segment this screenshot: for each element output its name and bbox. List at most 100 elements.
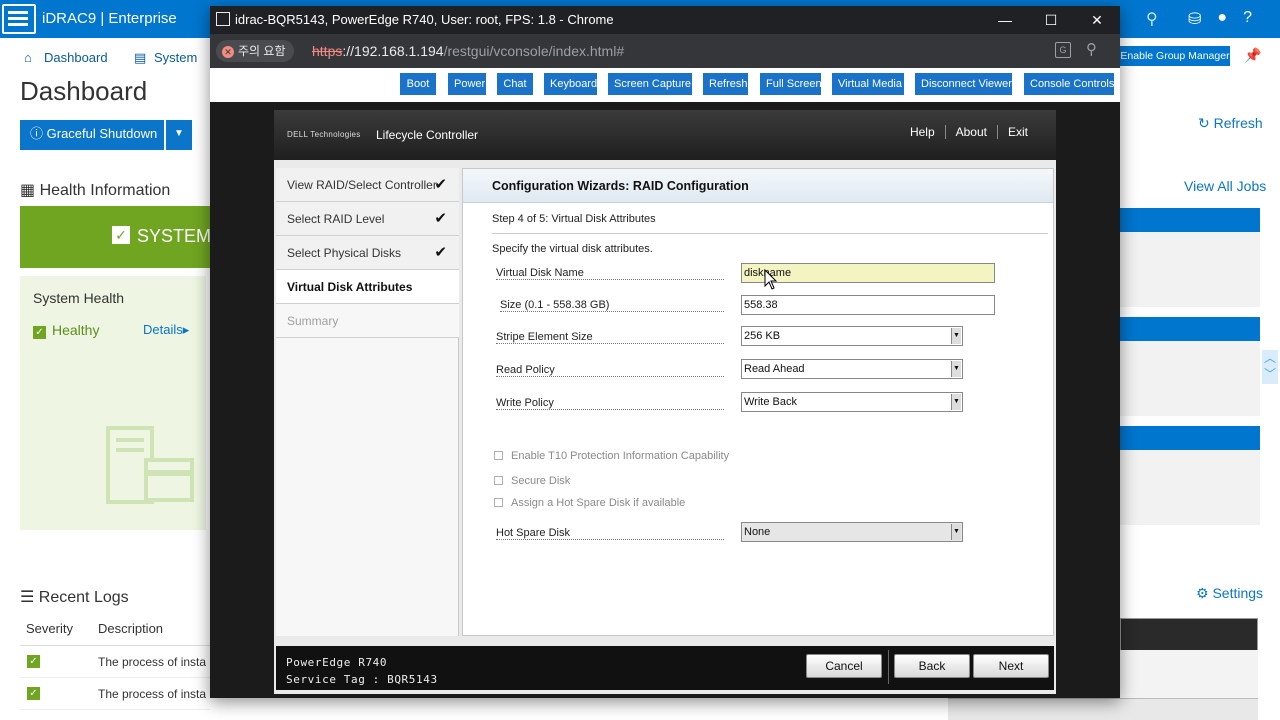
refresh-icon: ↻ <box>1198 115 1214 131</box>
keyboard-button[interactable]: Keyboard <box>544 73 597 95</box>
back-button[interactable]: Back <box>894 654 970 678</box>
checkmark-icon: ✔ <box>434 210 447 227</box>
step-virtual-disk-attributes[interactable]: Virtual Disk Attributes <box>276 270 459 304</box>
shutdown-dropdown-button[interactable]: ▼ <box>166 120 192 150</box>
about-link[interactable]: About <box>944 125 997 139</box>
dropdown-arrow-icon: ▼ <box>951 394 961 410</box>
address-bar: ✕ 주의 요함 https://192.168.1.194/restgui/vco… <box>210 34 1120 68</box>
power-icon: ⓘ <box>30 126 47 141</box>
check-icon: ✓ <box>112 226 130 244</box>
dropdown-arrow-icon: ▼ <box>951 524 961 540</box>
chat-button[interactable]: Chat <box>497 73 533 95</box>
system-info: PowerEdge R740 Service Tag : BQR5143 <box>286 654 438 688</box>
step-select-controller[interactable]: View RAID/Select Controller ✔ <box>276 168 459 202</box>
table-row[interactable]: ✓ The process of insta <box>20 678 210 710</box>
health-information-title: ▦ Health Information <box>20 182 171 199</box>
mouse-pointer-icon <box>764 269 778 290</box>
details-link[interactable]: Details▸ <box>143 322 189 338</box>
close-button[interactable]: ✕ <box>1074 6 1120 34</box>
read-policy-select[interactable]: Read Ahead ▼ <box>741 359 963 379</box>
full-screen-button[interactable]: Full Screen <box>760 73 822 95</box>
stripe-size-label: Stripe Element Size <box>496 331 724 344</box>
right-panel <box>1120 232 1260 307</box>
size-input[interactable]: 558.38 <box>741 295 995 315</box>
divider <box>492 233 1048 234</box>
enable-group-manager-button[interactable]: Enable Group Manager <box>1120 46 1230 66</box>
model-name: PowerEdge R740 <box>286 656 388 669</box>
power-button[interactable]: Power <box>448 73 486 95</box>
chrome-window: idrac-BQR5143, PowerEdge R740, User: roo… <box>210 6 1120 698</box>
healthy-status: ✓ Healthy <box>33 322 99 339</box>
stripe-size-select[interactable]: 256 KB ▼ <box>741 326 963 346</box>
window-title: idrac-BQR5143, PowerEdge R740, User: roo… <box>235 12 614 27</box>
right-panel-header <box>1120 426 1260 450</box>
zoom-icon[interactable]: ⚲ <box>1086 40 1097 58</box>
graceful-shutdown-button[interactable]: ⓘ Graceful Shutdown <box>20 120 164 150</box>
help-link[interactable]: Help <box>900 125 945 139</box>
home-icon: ⌂ <box>24 50 32 65</box>
translate-icon[interactable]: G <box>1055 42 1071 58</box>
exit-link[interactable]: Exit <box>996 125 1038 139</box>
idrac-brand: iDRAC9 | Enterprise <box>42 10 177 27</box>
table-row[interactable]: ✓ The process of insta <box>20 646 210 678</box>
group-icon[interactable]: ⛁ <box>1188 9 1201 29</box>
t10-protection-checkbox: Enable T10 Protection Information Capabi… <box>494 450 729 462</box>
pin-icon[interactable]: 📌 <box>1244 47 1261 64</box>
minimize-button[interactable]: — <box>982 6 1028 34</box>
url-field[interactable]: https://192.168.1.194/restgui/vconsole/i… <box>312 43 624 59</box>
step-select-raid-level[interactable]: Select RAID Level ✔ <box>276 202 459 236</box>
console-favicon-icon <box>216 12 230 26</box>
screen-capture-button[interactable]: Screen Capture <box>608 73 692 95</box>
lc-footer: PowerEdge R740 Service Tag : BQR5143 Can… <box>276 646 1054 690</box>
lc-header: DELL Technologies Lifecycle Controller H… <box>274 110 1056 160</box>
maximize-button[interactable]: ☐ <box>1028 6 1074 34</box>
help-icon[interactable]: ? <box>1243 9 1252 29</box>
security-warning-chip[interactable]: ✕ 주의 요함 <box>216 40 294 62</box>
write-policy-label: Write Policy <box>496 397 724 410</box>
recent-logs-title: ☰ Recent Logs <box>20 589 129 606</box>
disconnect-viewer-button[interactable]: Disconnect Viewer <box>915 73 1012 95</box>
view-all-jobs-link[interactable]: View All Jobs <box>1184 178 1266 194</box>
vd-name-input[interactable]: diskname <box>741 263 995 283</box>
remote-console[interactable]: DELL Technologies Lifecycle Controller H… <box>210 102 1120 698</box>
search-icon[interactable]: ⚲ <box>1146 9 1158 29</box>
console-preview-strip <box>948 698 1258 720</box>
console-controls-button[interactable]: Console Controls <box>1024 73 1114 95</box>
page-title: Dashboard <box>20 76 148 106</box>
settings-link[interactable]: ⚙ Settings <box>1196 585 1263 602</box>
scroll-arrows-icon[interactable]: ︿ ﹀ <box>1262 350 1278 384</box>
checkbox-icon <box>494 476 503 485</box>
window-titlebar[interactable]: idrac-BQR5143, PowerEdge R740, User: roo… <box>210 6 1120 34</box>
nav-dashboard[interactable]: ⌂ Dashboard <box>24 50 108 65</box>
refresh-button[interactable]: Refresh <box>703 73 748 95</box>
step-select-physical-disks[interactable]: Select Physical Disks ✔ <box>276 236 459 270</box>
virtual-media-button[interactable]: Virtual Media <box>832 73 904 95</box>
system-icon: ▤ <box>134 50 147 65</box>
lifecycle-controller-screen: DELL Technologies Lifecycle Controller H… <box>274 110 1056 694</box>
checkmark-icon: ✔ <box>434 244 447 261</box>
step-indicator: Step 4 of 5: Virtual Disk Attributes <box>492 213 656 225</box>
refresh-link[interactable]: ↻ Refresh <box>1198 115 1263 132</box>
check-icon: ✓ <box>33 326 46 339</box>
user-icon[interactable]: ● <box>1217 9 1227 29</box>
assign-hot-spare-checkbox: Assign a Hot Spare Disk if available <box>494 497 685 509</box>
lc-product-title: Lifecycle Controller <box>376 128 479 142</box>
nav-system[interactable]: ▤ System <box>134 50 197 66</box>
wizard-content: Configuration Wizards: RAID Configuratio… <box>462 168 1054 636</box>
right-panel-header <box>1120 317 1260 341</box>
write-policy-select[interactable]: Write Back ▼ <box>741 392 963 412</box>
list-icon: ☰ <box>20 589 39 606</box>
dropdown-arrow-icon: ▼ <box>951 361 961 377</box>
cancel-button[interactable]: Cancel <box>806 654 882 678</box>
viewer-toolbar: Boot Power Chat Keyboard Screen Capture … <box>210 68 1120 102</box>
right-panel-header <box>1120 208 1260 232</box>
boot-button[interactable]: Boot <box>400 73 436 95</box>
dell-logo: DELL Technologies <box>287 130 361 139</box>
hot-spare-disk-select: None ▼ <box>741 522 963 542</box>
service-tag: Service Tag : BQR5143 <box>286 673 438 686</box>
dropdown-arrow-icon: ▼ <box>951 328 961 344</box>
read-policy-label: Read Policy <box>496 364 724 377</box>
checkmark-icon: ✔ <box>434 176 447 193</box>
check-icon: ✓ <box>27 687 40 700</box>
next-button[interactable]: Next <box>973 654 1049 678</box>
